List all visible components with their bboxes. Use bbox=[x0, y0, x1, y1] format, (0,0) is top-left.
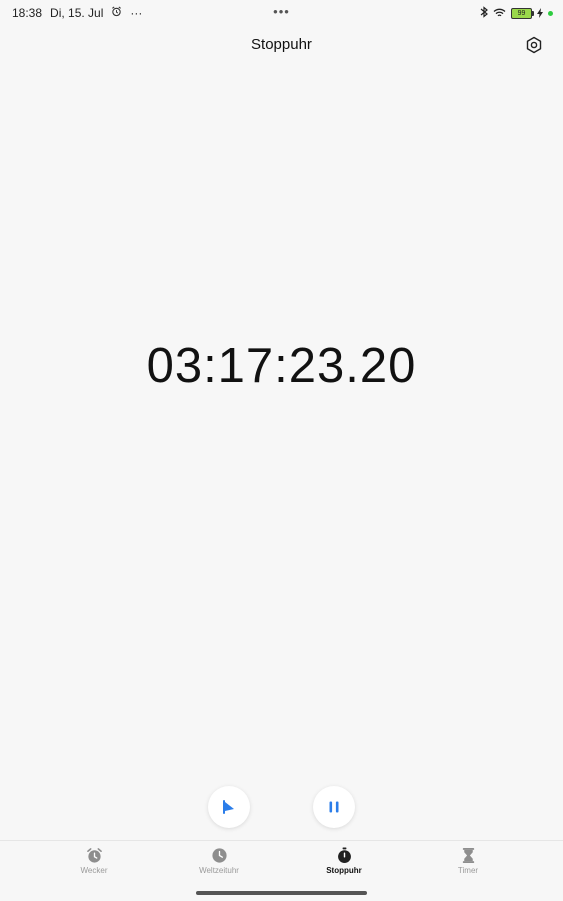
battery-icon: 99 bbox=[511, 8, 534, 19]
privacy-indicator-icon bbox=[548, 11, 553, 16]
tab-label: Stoppuhr bbox=[326, 866, 362, 875]
tab-label: Wecker bbox=[80, 866, 108, 875]
tab-label: Weltzeituhr bbox=[199, 866, 239, 875]
alarm-clock-icon bbox=[86, 848, 102, 863]
tab-timer[interactable]: Timer bbox=[418, 847, 518, 875]
wifi-icon bbox=[493, 7, 506, 21]
hourglass-icon bbox=[462, 847, 474, 864]
tab-wecker[interactable]: Wecker bbox=[44, 847, 144, 875]
page-title: Stoppuhr bbox=[251, 36, 312, 53]
settings-icon bbox=[526, 36, 542, 54]
stopwatch-icon bbox=[337, 847, 351, 864]
pause-icon bbox=[329, 801, 339, 813]
clock-icon bbox=[211, 848, 227, 863]
bluetooth-icon bbox=[480, 6, 488, 21]
status-time: 18:38 bbox=[12, 6, 43, 20]
pause-button[interactable] bbox=[313, 786, 355, 828]
status-bar: 18:38 Di, 15. Jul ··· ••• 99 bbox=[0, 0, 563, 26]
more-status-icon: ··· bbox=[130, 6, 143, 20]
settings-button[interactable] bbox=[525, 36, 543, 54]
tab-label: Timer bbox=[457, 866, 479, 875]
charging-icon bbox=[537, 7, 543, 21]
flag-icon bbox=[223, 800, 234, 814]
tab-weltzeituhr[interactable]: Weltzeituhr bbox=[169, 847, 269, 875]
stopwatch-time-display: 03:17:23.20 bbox=[146, 339, 417, 393]
status-date: Di, 15. Jul bbox=[50, 6, 104, 20]
lap-button[interactable] bbox=[208, 786, 250, 828]
alarm-status-icon bbox=[111, 6, 122, 20]
home-indicator[interactable] bbox=[196, 891, 367, 895]
tab-stoppuhr[interactable]: Stoppuhr bbox=[294, 847, 394, 875]
multitask-dots[interactable]: ••• bbox=[273, 4, 290, 19]
